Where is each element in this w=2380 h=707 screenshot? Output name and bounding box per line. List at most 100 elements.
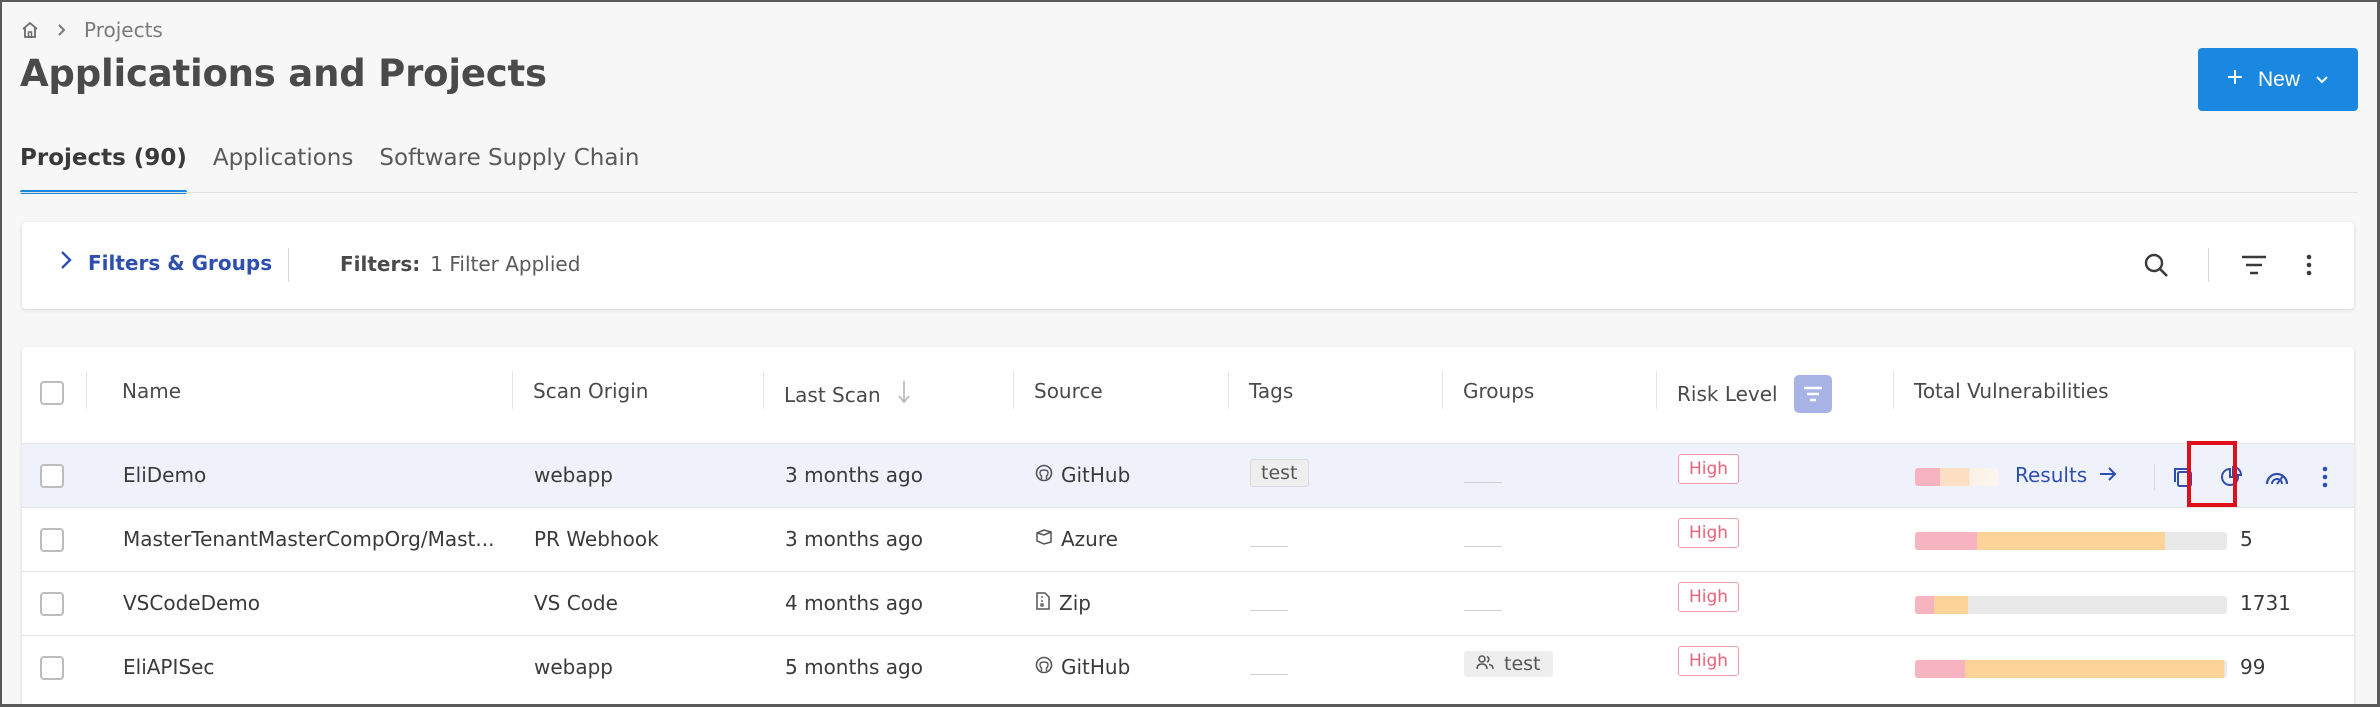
kebab-menu-icon[interactable] xyxy=(2292,248,2326,282)
github-icon xyxy=(1035,463,1053,487)
divider xyxy=(288,248,289,282)
plus-icon xyxy=(2226,68,2244,92)
tags-empty xyxy=(1250,674,1288,675)
zip-icon xyxy=(1035,591,1051,615)
project-name[interactable]: MasterTenantMasterCompOrg/Mast... xyxy=(123,527,494,551)
tags-empty xyxy=(1250,610,1288,611)
filters-groups-toggle[interactable]: Filters & Groups xyxy=(60,250,272,275)
source: GitHub xyxy=(1035,655,1130,679)
column-filter-icon[interactable] xyxy=(1793,375,1832,413)
gauge-icon[interactable] xyxy=(2260,460,2294,494)
column-divider xyxy=(1893,371,1894,409)
column-divider xyxy=(86,371,87,409)
column-divider xyxy=(763,371,764,409)
row-checkbox[interactable] xyxy=(40,528,64,552)
column-header-name[interactable]: Name xyxy=(122,379,181,403)
column-header-tags[interactable]: Tags xyxy=(1249,379,1293,403)
page-title: Applications and Projects xyxy=(20,52,547,95)
column-header-label: Source xyxy=(1034,379,1103,403)
column-header-label: Tags xyxy=(1249,379,1294,403)
results-label: Results xyxy=(2015,463,2088,487)
chevron-right-icon xyxy=(60,250,72,275)
row-checkbox[interactable] xyxy=(40,656,64,680)
table-row[interactable]: EliDemo webapp 3 months ago GitHub test … xyxy=(22,443,2354,507)
high-segment xyxy=(1915,596,1934,614)
projects-table: Name Scan Origin Last Scan Source Tags G… xyxy=(22,347,2354,704)
vulnerabilities-bar xyxy=(1915,596,2227,614)
column-header-risk-level[interactable]: Risk Level xyxy=(1677,375,1832,413)
tab-projects[interactable]: Projects (90) xyxy=(20,142,187,194)
table-row[interactable]: EliAPISec webapp 5 months ago GitHub tes… xyxy=(22,635,2354,699)
github-icon xyxy=(1035,655,1053,679)
column-header-last-scan[interactable]: Last Scan xyxy=(784,379,911,410)
tabs: Projects (90) Applications Software Supp… xyxy=(20,142,639,194)
vulnerabilities-bar xyxy=(1915,660,2227,678)
home-icon[interactable] xyxy=(20,20,40,40)
risk-badge: High xyxy=(1678,518,1740,548)
breadcrumb-current[interactable]: Projects xyxy=(84,18,163,42)
row-checkbox[interactable] xyxy=(40,592,64,616)
scan-origin: webapp xyxy=(534,655,614,679)
groups-empty xyxy=(1464,546,1502,547)
column-header-label: Total Vulnerabilities xyxy=(1914,379,2109,403)
chevron-right-icon xyxy=(56,23,68,37)
tab-applications[interactable]: Applications xyxy=(213,142,354,194)
column-header-total-vulnerabilities[interactable]: Total Vulnerabilities xyxy=(1914,379,2109,403)
column-divider xyxy=(1442,371,1443,409)
search-icon[interactable] xyxy=(2139,248,2173,282)
source: Zip xyxy=(1035,591,1091,615)
medium-segment xyxy=(1964,660,2224,678)
group-label: test xyxy=(1504,653,1541,675)
table-row[interactable]: VSCodeDemo VS Code 4 months ago Zip High… xyxy=(22,571,2354,635)
filters-summary-value: 1 Filter Applied xyxy=(430,252,581,276)
last-scan: 3 months ago xyxy=(785,527,923,551)
scan-origin: PR Webhook xyxy=(534,527,659,551)
row-kebab-menu-icon[interactable] xyxy=(2308,460,2342,494)
column-header-label: Name xyxy=(122,379,182,403)
table-row[interactable]: MasterTenantMasterCompOrg/Mast... PR Web… xyxy=(22,507,2354,571)
medium-segment xyxy=(1977,532,2165,550)
users-icon xyxy=(1476,653,1494,675)
last-scan: 3 months ago xyxy=(785,463,923,487)
results-link[interactable]: Results xyxy=(2015,463,2117,487)
source-label: GitHub xyxy=(1061,655,1131,679)
row-checkbox[interactable] xyxy=(40,464,64,488)
select-all-checkbox[interactable] xyxy=(40,381,64,405)
column-divider xyxy=(1013,371,1014,409)
column-header-scan-origin[interactable]: Scan Origin xyxy=(533,379,648,403)
filter-bar: Filters & Groups Filters: 1 Filter Applie… xyxy=(22,222,2354,309)
source-label: Zip xyxy=(1059,591,1091,615)
high-segment xyxy=(1915,660,1965,678)
tags-empty xyxy=(1250,546,1288,547)
source-label: GitHub xyxy=(1061,463,1131,487)
project-name[interactable]: VSCodeDemo xyxy=(123,591,260,615)
last-scan: 5 months ago xyxy=(785,655,923,679)
highlight-annotation-box xyxy=(2187,441,2237,507)
new-button[interactable]: New xyxy=(2198,48,2358,111)
column-header-groups[interactable]: Groups xyxy=(1463,379,1534,403)
divider xyxy=(2208,248,2209,282)
column-header-source[interactable]: Source xyxy=(1034,379,1103,403)
column-divider xyxy=(1656,371,1657,409)
medium-segment xyxy=(1933,596,1969,614)
source: GitHub xyxy=(1035,463,1130,487)
sort-arrow-down-icon[interactable] xyxy=(897,379,911,410)
column-divider xyxy=(1228,371,1229,409)
app-window: Projects Applications and Projects New P… xyxy=(0,0,2380,707)
filter-lines-icon[interactable] xyxy=(2237,248,2271,282)
column-divider xyxy=(512,371,513,409)
project-name[interactable]: EliAPISec xyxy=(123,655,214,679)
vulnerabilities-count: 1731 xyxy=(2240,591,2291,615)
groups-empty xyxy=(1464,482,1502,483)
filters-groups-label: Filters & Groups xyxy=(88,250,273,275)
groups: test xyxy=(1464,651,1553,677)
breadcrumb: Projects xyxy=(20,18,163,42)
last-scan: 4 months ago xyxy=(785,591,923,615)
source: Azure xyxy=(1035,527,1118,551)
vulnerabilities-count: 99 xyxy=(2240,655,2266,679)
arrow-right-icon xyxy=(2099,463,2117,487)
risk-badge: High xyxy=(1678,582,1740,612)
source-label: Azure xyxy=(1061,527,1118,551)
project-name[interactable]: EliDemo xyxy=(123,463,206,487)
tab-software-supply-chain[interactable]: Software Supply Chain xyxy=(379,142,639,194)
